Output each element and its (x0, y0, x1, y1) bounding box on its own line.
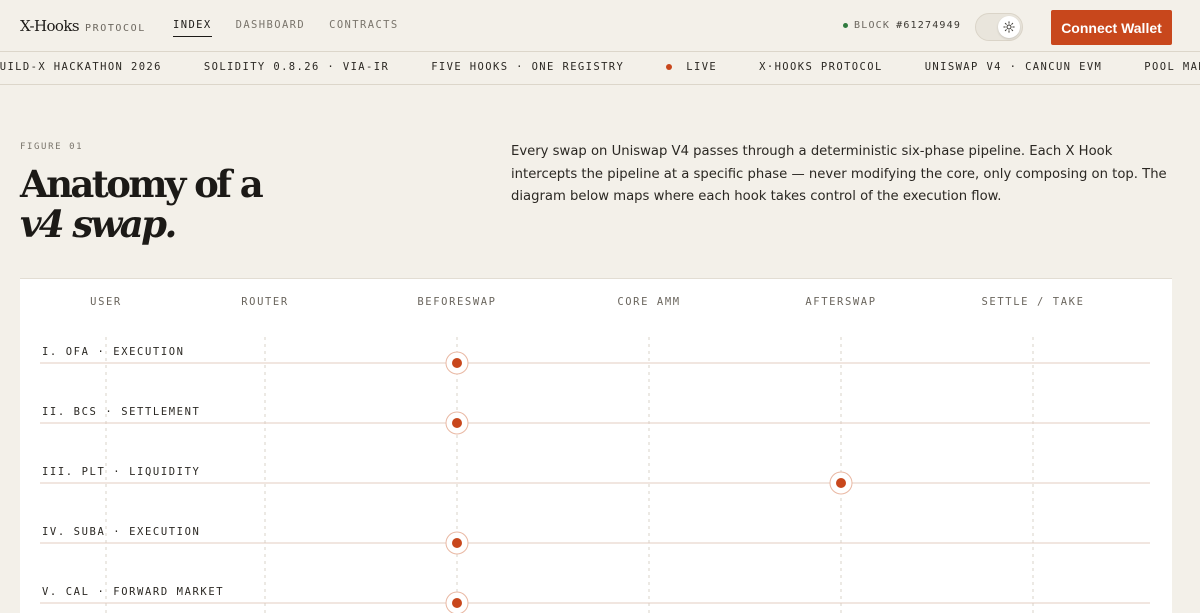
hook-row-label: III. PLT · LIQUIDITY (42, 466, 201, 478)
page-title: Anatomy of a v4 swap. (20, 162, 264, 246)
theme-toggle[interactable] (975, 13, 1023, 41)
hook-marker[interactable] (452, 598, 462, 608)
hook-row-label: V. CAL · FORWARD MARKET (42, 586, 225, 598)
live-dot-icon (666, 64, 673, 70)
figure-label: FIGURE 01 (20, 142, 84, 152)
block-indicator: BLOCK #61274949 (843, 20, 961, 31)
brand-subtitle: PROTOCOL (84, 23, 146, 34)
ticker-item-label: LIVE (686, 61, 718, 73)
hook-marker[interactable] (452, 358, 462, 368)
phase-header: BEFORESWAP (417, 296, 497, 308)
ticker-item: UNISWAP V4 · CANCUN EVM (925, 61, 1103, 73)
connect-wallet-button[interactable]: Connect Wallet (1051, 10, 1172, 45)
ticker-item-label: SOLIDITY 0.8.26 · VIA-IR (203, 61, 390, 73)
brand-name: X-Hooks (20, 17, 80, 35)
ticker-item-label: BUILD-X HACKATHON 2026 (0, 61, 162, 73)
phase-header: CORE AMM (617, 296, 681, 308)
ticker-item-label: X·HOOKS PROTOCOL (759, 61, 883, 73)
ticker-item-label: UNISWAP V4 · CANCUN EVM (924, 61, 1103, 73)
sun-icon (998, 16, 1020, 38)
phase-header: USER (90, 296, 122, 308)
nav-item-dashboard[interactable]: DASHBOARD (236, 19, 306, 37)
ticker-track: BUILD-X HACKATHON 2026 SOLIDITY 0.8.26 ·… (0, 61, 1200, 73)
ticker-item-label: POOL MANAGER · 0 (1144, 61, 1200, 73)
title-line-1: Anatomy of a (20, 162, 264, 206)
ticker-item-label: FIVE HOOKS · ONE REGISTRY (431, 61, 625, 73)
title-line-2: v4 swap. (20, 202, 177, 246)
ticker-item: FIVE HOOKS · ONE REGISTRY (431, 61, 624, 73)
block-number: #61274949 (896, 20, 962, 31)
ticker-item: BUILD-X HACKATHON 2026 (0, 61, 162, 73)
nav-item-index[interactable]: INDEX (173, 19, 212, 37)
hook-marker[interactable] (452, 418, 462, 428)
status-dot-icon (843, 23, 848, 28)
phase-header: ROUTER (241, 296, 289, 308)
phase-header: AFTERSWAP (805, 296, 877, 308)
ticker-item: SOLIDITY 0.8.26 · VIA-IR (204, 61, 389, 73)
swap-pipeline-diagram: USER ROUTER BEFORESWAP CORE AMM AFTERSWAP SET… (20, 278, 1172, 613)
hook-row-label: IV. SUBA · EXECUTION (42, 526, 201, 538)
block-label: BLOCK (854, 20, 891, 31)
phase-header: SETTLE / TAKE (981, 296, 1085, 308)
ticker-item-live: LIVE (666, 61, 717, 73)
hook-row-label: I. OFA · EXECUTION (42, 346, 185, 358)
hook-marker[interactable] (452, 538, 462, 548)
main-nav: INDEX DASHBOARD CONTRACTS (173, 19, 399, 37)
pipeline-lines (40, 337, 1150, 613)
ticker-item: POOL MANAGER · 0 (1144, 61, 1200, 73)
intro-description: Every swap on Uniswap V4 passes through … (511, 144, 1167, 204)
nav-item-contracts[interactable]: CONTRACTS (329, 19, 399, 37)
hook-row-label: II. BCS · SETTLEMENT (42, 406, 201, 418)
brand-logo[interactable]: X-Hooks PROTOCOL (20, 17, 146, 35)
hook-marker[interactable] (836, 478, 846, 488)
ticker-bar: BUILD-X HACKATHON 2026 SOLIDITY 0.8.26 ·… (0, 52, 1200, 85)
top-nav-bar: X-Hooks PROTOCOL INDEX DASHBOARD CONTRAC… (0, 0, 1200, 52)
ticker-item: X·HOOKS PROTOCOL (759, 61, 883, 73)
